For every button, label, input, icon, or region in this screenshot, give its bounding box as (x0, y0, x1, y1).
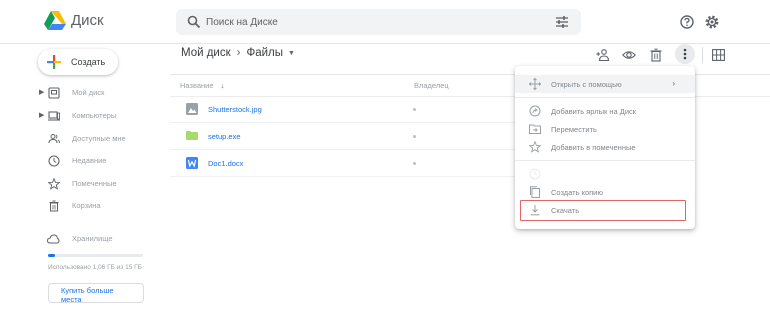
top-bar: Диск (0, 0, 770, 44)
sidebar-item-trash[interactable]: Корзина (0, 197, 160, 215)
exe-file-icon (186, 131, 198, 140)
column-header-name[interactable]: Название ↓ (180, 81, 224, 90)
my-drive-icon (48, 87, 60, 99)
settings-gear-icon[interactable] (704, 14, 720, 30)
breadcrumb-current[interactable]: Файлы (246, 47, 283, 59)
chevron-down-icon[interactable]: ▼ (288, 50, 295, 57)
sidebar-item-label: Компьютеры (72, 111, 117, 120)
sidebar-item-label: Доступные мне (72, 134, 126, 143)
sidebar-item-label: Мой диск (72, 88, 105, 97)
cloud-icon (46, 234, 60, 244)
table-row[interactable]: setup.exe (170, 124, 515, 150)
owner-cell (413, 135, 416, 138)
menu-divider (515, 160, 695, 161)
expand-arrow-icon[interactable]: ▶ (39, 111, 44, 119)
file-name[interactable]: Doc1.docx (208, 159, 243, 168)
plus-icon (47, 55, 61, 69)
delete-icon[interactable] (649, 48, 663, 62)
breadcrumb: Мой диск › Файлы ▼ (181, 47, 295, 63)
sidebar-item-label: Корзина (72, 201, 101, 210)
drive-logo-icon[interactable] (44, 11, 66, 31)
menu-item-disabled (515, 165, 695, 183)
download-highlight-box (520, 200, 686, 221)
more-vert-icon (683, 48, 687, 60)
copy-icon (530, 186, 540, 198)
star-icon (48, 178, 60, 190)
grid-view-icon[interactable] (712, 49, 725, 61)
expand-arrow-icon[interactable]: ▶ (39, 88, 44, 96)
help-icon[interactable] (680, 15, 694, 29)
table-row[interactable]: Doc1.docx (170, 151, 515, 177)
shortcut-icon (529, 105, 541, 117)
search-input[interactable] (206, 12, 526, 32)
menu-item-add-starred[interactable]: Добавить в помеченные (515, 138, 695, 156)
word-file-icon (186, 157, 198, 169)
menu-divider (515, 97, 695, 98)
preview-eye-icon[interactable] (622, 48, 636, 62)
file-name[interactable]: Shutterstock.jpg (208, 105, 262, 114)
file-name[interactable]: setup.exe (208, 132, 241, 141)
owner-cell (413, 108, 416, 111)
search-options-icon[interactable] (555, 15, 569, 29)
move-arrows-icon (529, 78, 541, 90)
column-header-owner[interactable]: Владелец (414, 81, 449, 90)
sidebar-item-starred[interactable]: Помеченные (0, 175, 160, 193)
more-actions-button[interactable] (675, 44, 695, 64)
menu-item-open-with[interactable]: Открыть с помощью › (515, 75, 695, 93)
table-row[interactable]: Shutterstock.jpg (170, 97, 515, 123)
menu-item-label: Открыть с помощью (551, 80, 622, 89)
column-header-name-label: Название (180, 81, 214, 90)
menu-item-add-shortcut[interactable]: Добавить ярлык на Диск (515, 102, 695, 120)
toolbar-divider (702, 47, 703, 63)
computer-icon (48, 111, 60, 121)
sidebar-item-label: Недавние (72, 156, 107, 165)
sidebar-item-shared[interactable]: Доступные мне (0, 130, 160, 148)
share-add-person-icon[interactable] (596, 48, 610, 62)
create-button-label: Создать (71, 57, 106, 67)
menu-item-label: Добавить ярлык на Диск (551, 107, 637, 116)
star-outline-icon (529, 141, 541, 153)
storage-label: Хранилище (72, 234, 113, 243)
storage-usage-text: Использовано 1,06 ГБ из 15 ГБ (48, 264, 142, 271)
image-file-icon (186, 103, 198, 115)
clock-icon (48, 155, 60, 167)
menu-item-move[interactable]: Переместить (515, 120, 695, 138)
sidebar-item-computers[interactable]: ▶ Компьютеры (0, 107, 160, 125)
sidebar-item-storage[interactable]: Хранилище (0, 230, 160, 248)
menu-item-make-copy[interactable]: Создать копию (515, 183, 695, 201)
sort-arrow-down-icon[interactable]: ↓ (221, 81, 225, 90)
storage-usage-fill (48, 254, 55, 257)
menu-item-label: Переместить (551, 125, 597, 134)
search-bar[interactable] (176, 9, 581, 35)
sidebar-item-label: Помеченные (72, 179, 117, 188)
app-name[interactable]: Диск (71, 12, 104, 29)
owner-cell (413, 162, 416, 165)
menu-item-label: Создать копию (551, 188, 603, 197)
shared-icon (48, 134, 60, 144)
buy-storage-button[interactable]: Купить больше места (48, 283, 144, 304)
breadcrumb-root[interactable]: Мой диск (181, 47, 231, 59)
move-folder-icon (529, 124, 541, 134)
menu-item-label: Добавить в помеченные (551, 143, 636, 152)
sidebar-item-my-drive[interactable]: ▶ Мой диск (0, 84, 160, 102)
history-icon (529, 168, 541, 180)
chevron-right-icon: › (672, 79, 675, 88)
storage-usage-bar (48, 254, 143, 257)
breadcrumb-separator: › (236, 47, 241, 59)
sidebar-item-recent[interactable]: Недавние (0, 152, 160, 170)
search-icon[interactable] (187, 15, 201, 29)
create-button[interactable]: Создать (38, 49, 118, 75)
trash-icon (49, 200, 59, 212)
